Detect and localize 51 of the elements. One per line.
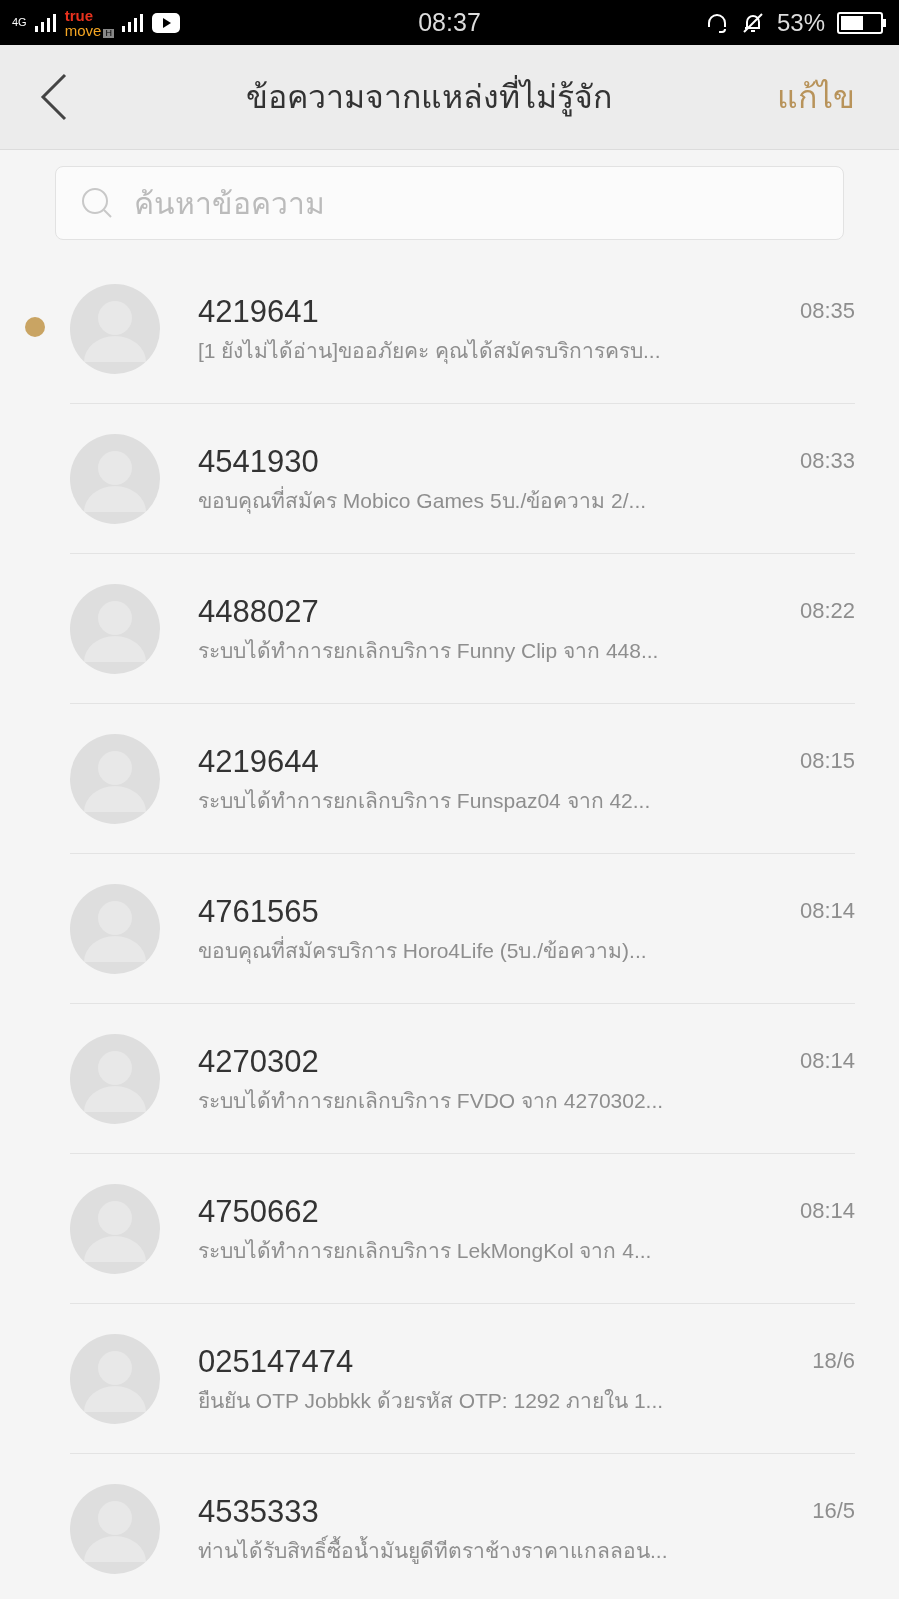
sender-number: 4270302 [198,1043,320,1081]
search-field[interactable]: ค้นหาข้อความ [55,166,844,240]
signal-icon [34,13,57,32]
battery-percent: 53% [776,7,825,38]
message-time: 16/5 [811,1497,855,1525]
message-preview: ขอบคุณที่สมัคร Mobico Games 5บ./ข้อความ 2/... [198,487,648,514]
message-time: 08:14 [798,1047,855,1075]
message-time: 08:22 [798,597,855,625]
message-time: 08:15 [798,747,855,775]
signal-icon [121,13,144,32]
sender-number: 4219644 [198,743,320,781]
message-row[interactable]: 4535333 ท่านได้รับสิทธิ์ซื้อน้ำมันยูดีทีตราช้างราคาแกลลอน... 16/5 [0,1454,899,1599]
search-input[interactable]: ค้นหาข้อความ [134,180,819,226]
message-row[interactable]: 4541930 ขอบคุณที่สมัคร Mobico Games 5บ./ข้อความ 2/... 08:33 [0,404,899,554]
sender-number: 4488027 [198,593,320,631]
message-preview: ระบบได้ทำการยกเลิกบริการ Funspaz04 จาก 42... [198,787,652,814]
back-icon [40,73,68,121]
message-row[interactable]: 4219641 [1 ยังไม่ได้อ่าน]ขออภัยคะ คุณได้สมัครบริการครบ... 08:35 [0,254,899,404]
message-time: 18/6 [811,1347,855,1375]
message-preview: ระบบได้ทำการยกเลิกบริการ FVDO จาก 4270302... [198,1087,665,1114]
carrier-name: true [64,7,95,23]
message-row[interactable]: 4750662 ระบบได้ทำการยกเลิกบริการ LekMongKol จาก 4... 08:14 [0,1154,899,1304]
message-time: 08:14 [798,1197,855,1225]
sender-number: 4761565 [198,893,320,931]
message-preview: ระบบได้ทำการยกเลิกบริการ Funny Clip จาก 448... [198,637,660,664]
sender-number: 4219641 [198,293,320,331]
message-row[interactable]: 4761565 ขอบคุณที่สมัครบริการ Horo4Life (5บ./ข้อความ)... 08:14 [0,854,899,1004]
carrier-name: move [64,22,102,38]
message-row[interactable]: 4488027 ระบบได้ทำการยกเลิกบริการ Funny Clip จาก 448... 08:22 [0,554,899,704]
message-preview: ท่านได้รับสิทธิ์ซื้อน้ำมันยูดีทีตราช้างราคาแกลลอน... [198,1537,765,1564]
sender-number: 4535333 [198,1493,320,1531]
message-time: 08:35 [798,297,855,325]
message-preview: [1 ยังไม่ได้อ่าน]ขออภัยคะ คุณได้สมัครบริการครบ... [198,337,662,364]
message-row[interactable]: 025147474 ยืนยัน OTP Jobbkk ด้วยรหัส OTP: 1292 ภายใน 1... 18/6 [0,1304,899,1454]
message-row[interactable]: 4270302 ระบบได้ทำการยกเลิกบริการ FVDO จาก 4270302... 08:14 [0,1004,899,1154]
message-preview: ระบบได้ทำการยกเลิกบริการ LekMongKol จาก 4... [198,1237,653,1264]
network-badge: H [103,28,114,38]
battery-icon [837,11,887,34]
message-row[interactable]: 4219644 ระบบได้ทำการยกเลิกบริการ Funspaz04 จาก 42... 08:15 [0,704,899,854]
sender-number: 4750662 [198,1193,320,1231]
search-icon [80,186,114,220]
sender-number: 025147474 [198,1343,355,1381]
sender-number: 4541930 [198,443,320,481]
page-title: ข้อความจากแหล่งที่ไม่รู้จัก [80,73,777,121]
video-play-icon [151,12,180,33]
message-time: 08:14 [798,897,855,925]
network-type: 4G [12,17,27,28]
message-preview: ขอบคุณที่สมัครบริการ Horo4Life (5บ./ข้อความ)... [198,937,648,964]
clock: 08:37 [417,6,482,38]
message-time: 08:33 [798,447,855,475]
message-preview: ยืนยัน OTP Jobbkk ด้วยรหัส OTP: 1292 ภายใน 1... [198,1387,665,1414]
